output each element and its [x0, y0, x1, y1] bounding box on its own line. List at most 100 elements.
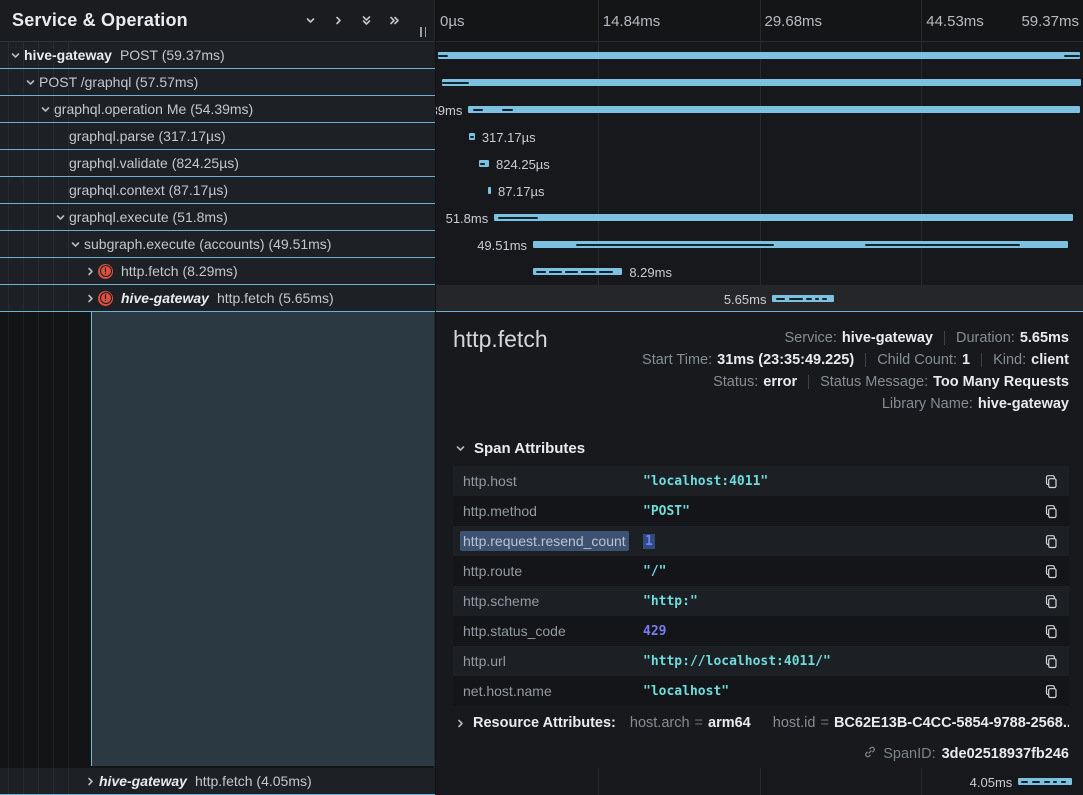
- tree-span-row[interactable]: ! http.fetch (8.29ms): [0, 258, 435, 285]
- link-icon[interactable]: [863, 745, 877, 763]
- double-chevron-down-icon[interactable]: [361, 15, 372, 26]
- chevron-down-icon[interactable]: [38, 104, 52, 115]
- detail-meta-line: Start Time:31ms (23:35:49.225)Child Coun…: [642, 349, 1069, 371]
- timeline-span-row[interactable]: 824.25µs: [436, 150, 1083, 177]
- chevron-down-icon[interactable]: [305, 15, 316, 26]
- copy-icon[interactable]: [1033, 534, 1069, 549]
- tree-span-row[interactable]: hive-gateway POST (59.37ms): [0, 42, 435, 69]
- span-bar[interactable]: [488, 187, 491, 194]
- span-bar[interactable]: [772, 295, 833, 302]
- self-time-mark: [442, 82, 469, 84]
- chevron-right-icon[interactable]: [453, 718, 467, 729]
- tree-span-row[interactable]: subgraph.execute (accounts) (49.51ms): [0, 231, 435, 258]
- span-duration-label: 824.25µs: [496, 157, 550, 172]
- tree-span-row[interactable]: graphql.context (87.17µs): [0, 177, 435, 204]
- span-operation-label: POST /graphql (57.57ms): [39, 74, 198, 90]
- self-time-mark: [1032, 781, 1041, 783]
- copy-icon[interactable]: [1033, 594, 1069, 609]
- span-bar[interactable]: [468, 106, 1079, 113]
- attribute-row[interactable]: http.route"/": [453, 556, 1069, 586]
- resource-attribute-value: arm64: [708, 715, 751, 731]
- span-bar[interactable]: [533, 268, 622, 275]
- tree-span-row[interactable]: graphql.validate (824.25µs): [0, 150, 435, 177]
- span-bar[interactable]: [438, 52, 1080, 59]
- span-operation-label: http.fetch (8.29ms): [121, 263, 238, 279]
- chevron-down-icon[interactable]: [23, 77, 37, 88]
- self-time-mark: [1064, 55, 1080, 57]
- ruler-tick-label: 44.53ms: [926, 13, 984, 30]
- error-icon: !: [98, 264, 113, 279]
- tree-span-row[interactable]: hive-gatewayhttp.fetch (4.05ms): [0, 768, 435, 795]
- copy-icon[interactable]: [1033, 654, 1069, 669]
- attribute-value: "/": [643, 564, 1033, 579]
- self-time-mark: [1044, 781, 1050, 783]
- attribute-row[interactable]: http.host"localhost:4011": [453, 466, 1069, 496]
- attribute-row[interactable]: http.url"http://localhost:4011/": [453, 646, 1069, 676]
- attribute-row[interactable]: http.status_code429: [453, 616, 1069, 646]
- span-operation-label: POST (59.37ms): [120, 47, 225, 63]
- resource-attributes-row[interactable]: Resource Attributes:host.arch=arm64host.…: [453, 715, 1069, 731]
- span-bar[interactable]: [442, 79, 1081, 86]
- copy-icon[interactable]: [1033, 684, 1069, 699]
- attribute-row[interactable]: http.scheme"http:": [453, 586, 1069, 616]
- span-bar[interactable]: [1018, 778, 1072, 785]
- timeline-span-row[interactable]: 5.65ms: [436, 285, 1083, 312]
- attribute-row[interactable]: http.method"POST": [453, 496, 1069, 526]
- copy-icon[interactable]: [1033, 564, 1069, 579]
- copy-icon[interactable]: [1033, 624, 1069, 639]
- chevron-right-icon[interactable]: [83, 776, 97, 787]
- detail-meta-value: hive-gateway: [842, 330, 933, 346]
- span-bar[interactable]: [533, 241, 1068, 248]
- chevron-down-icon[interactable]: [68, 239, 82, 250]
- timeline-span-row[interactable]: 87.17µs: [436, 177, 1083, 204]
- timeline-span-row[interactable]: 8.29ms: [436, 258, 1083, 285]
- resource-attribute-value: BC62E13B-C4CC-5854-9788-2568...: [834, 715, 1069, 731]
- span-attributes-header[interactable]: Span Attributes: [453, 440, 1069, 457]
- attribute-value: "http:": [643, 594, 1033, 609]
- span-service-name: hive-gateway: [121, 290, 209, 306]
- self-time-mark: [565, 271, 577, 273]
- chevron-right-icon[interactable]: [83, 293, 97, 304]
- span-duration-label: 5.65ms: [724, 292, 767, 307]
- attribute-value: "localhost": [643, 684, 1033, 699]
- self-time-mark: [473, 109, 483, 111]
- chevron-right-icon[interactable]: [83, 266, 97, 277]
- tree-span-row[interactable]: graphql.parse (317.17µs): [0, 123, 435, 150]
- attribute-key: http.scheme: [453, 593, 643, 609]
- chevron-right-icon[interactable]: [333, 15, 344, 26]
- tree-span-row[interactable]: graphql.execute (51.8ms): [0, 204, 435, 231]
- attribute-key: http.request.resend_count: [453, 533, 643, 549]
- chevron-down-icon[interactable]: [8, 50, 22, 61]
- resource-attribute-key: host.id: [773, 715, 816, 731]
- copy-icon[interactable]: [1033, 504, 1069, 519]
- timeline-span-row[interactable]: 51.8ms: [436, 204, 1083, 231]
- self-time-mark: [865, 244, 1020, 246]
- attribute-row[interactable]: net.host.name"localhost": [453, 676, 1069, 706]
- span-bar[interactable]: [494, 214, 1073, 221]
- timeline-span-row[interactable]: 57.57ms: [436, 69, 1083, 96]
- timeline-span-row[interactable]: 4.05ms: [436, 768, 1083, 795]
- timeline-span-row[interactable]: [436, 42, 1083, 69]
- column-resize-handle[interactable]: [418, 25, 428, 39]
- span-duration-label: 49.51ms: [477, 238, 527, 253]
- timeline-span-row[interactable]: 317.17µs: [436, 123, 1083, 150]
- copy-icon[interactable]: [1033, 474, 1069, 489]
- self-time-mark: [581, 271, 595, 273]
- tree-span-row[interactable]: graphql.operation Me (54.39ms): [0, 96, 435, 123]
- chevron-down-icon: [453, 443, 467, 454]
- span-service-name: hive-gateway: [24, 47, 112, 63]
- chevron-down-icon[interactable]: [53, 212, 67, 223]
- span-bar[interactable]: [469, 133, 475, 140]
- timeline-span-row[interactable]: 49.51ms: [436, 231, 1083, 258]
- tree-span-row[interactable]: POST /graphql (57.57ms): [0, 69, 435, 96]
- span-bar[interactable]: [479, 160, 489, 167]
- span-tree-panel: Service & Operation hive-gatewayPOST (59…: [0, 0, 435, 795]
- detail-meta-line: Status:errorStatus Message:Too Many Requ…: [642, 371, 1069, 393]
- double-chevron-right-icon[interactable]: [389, 15, 400, 26]
- tree-span-row[interactable]: !hive-gatewayhttp.fetch (5.65ms): [0, 285, 435, 312]
- attribute-row[interactable]: http.request.resend_count1: [453, 526, 1069, 556]
- timeline-span-row[interactable]: 54.39ms: [436, 96, 1083, 123]
- gridline: [598, 0, 599, 41]
- selected-span-expansion: [91, 312, 434, 766]
- detail-meta-value: error: [763, 374, 797, 390]
